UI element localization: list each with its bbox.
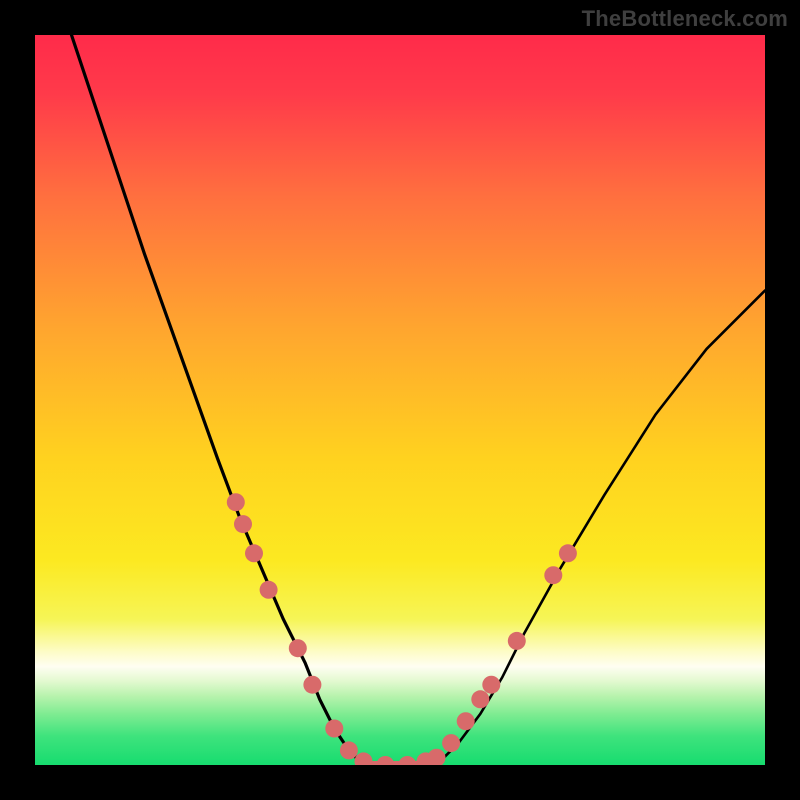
curve-marker (428, 749, 446, 765)
curve-marker (245, 544, 263, 562)
curve-markers (227, 493, 577, 765)
left-curve (72, 35, 364, 765)
curve-marker (340, 741, 358, 759)
curve-marker (227, 493, 245, 511)
curve-marker (544, 566, 562, 584)
curve-marker (260, 581, 278, 599)
curve-marker (376, 756, 394, 765)
curve-layer (35, 35, 765, 765)
curve-marker (303, 676, 321, 694)
curve-marker (457, 712, 475, 730)
curve-marker (234, 515, 252, 533)
curve-marker (442, 734, 460, 752)
curve-marker (325, 720, 343, 738)
curve-marker (508, 632, 526, 650)
curve-marker (289, 639, 307, 657)
curve-marker (482, 676, 500, 694)
plot-area (35, 35, 765, 765)
watermark-text: TheBottleneck.com (582, 6, 788, 32)
curve-marker (398, 756, 416, 765)
curve-marker (471, 690, 489, 708)
curve-marker (355, 752, 373, 765)
curve-marker (559, 544, 577, 562)
outer-black-frame: TheBottleneck.com (0, 0, 800, 800)
